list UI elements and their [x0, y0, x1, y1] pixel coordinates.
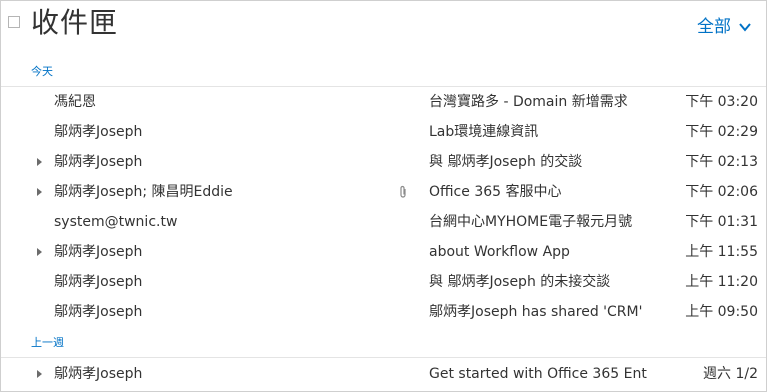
expand-triangle-icon[interactable]: [37, 248, 42, 256]
message-time: 下午 02:13: [685, 154, 758, 170]
message-subject: 台灣寶路多 - Domain 新增需求: [429, 94, 628, 110]
group-divider: [1, 357, 766, 358]
paperclip-icon: [400, 185, 406, 198]
message-row[interactable]: 鄔炳孝Joseph Get started with Office 365 Ent…: [1, 359, 766, 389]
message-time: 下午 03:20: [685, 94, 758, 110]
message-subject: 與 鄔炳孝Joseph 的未接交談: [429, 274, 611, 290]
message-row[interactable]: 鄔炳孝Joseph 與 鄔炳孝Joseph 的未接交談 上午 11:20: [1, 267, 766, 297]
message-subject: Office 365 客服中心: [429, 184, 562, 200]
message-subject: Get started with Office 365 Enterprise: [429, 366, 647, 382]
message-sender: 鄔炳孝Joseph: [54, 304, 143, 320]
page-title: 收件匣: [31, 6, 119, 39]
message-sender: 鄔炳孝Joseph: [54, 366, 143, 382]
inbox-panel: 收件匣 全部 今天馮紀恩 台灣寶路多 - Domain 新增需求 下午 03:20 鄔…: [0, 0, 767, 392]
message-time: 下午 02:06: [685, 184, 758, 200]
group-header: 上一週: [31, 336, 64, 349]
message-row[interactable]: 鄔炳孝Joseph Lab環境連線資訊 下午 02:29: [1, 117, 766, 147]
message-time: 上午 11:20: [685, 274, 758, 290]
message-sender: 鄔炳孝Joseph: [54, 124, 143, 140]
message-time: 上午 09:50: [685, 304, 758, 320]
message-row[interactable]: 馮紀恩 台灣寶路多 - Domain 新增需求 下午 03:20: [1, 87, 766, 117]
message-row[interactable]: 鄔炳孝Joseph 與 鄔炳孝Joseph 的交談 下午 02:13: [1, 147, 766, 177]
message-subject: about Workflow App: [429, 244, 570, 260]
message-subject: 台網中心MYHOME電子報元月號: [429, 214, 633, 230]
message-subject: Lab環境連線資訊: [429, 124, 539, 140]
filter-label: 全部: [697, 17, 731, 37]
chevron-down-icon: [739, 23, 751, 32]
group-header: 今天: [31, 65, 53, 78]
message-row[interactable]: system@twnic.tw 台網中心MYHOME電子報元月號 下午 01:31: [1, 207, 766, 237]
message-time: 下午 01:31: [685, 214, 758, 230]
expand-triangle-icon[interactable]: [37, 188, 42, 196]
message-time: 上午 11:55: [685, 244, 758, 260]
message-time: 下午 02:29: [685, 124, 758, 140]
message-time: 週六 1/2: [703, 366, 758, 382]
expand-triangle-icon[interactable]: [37, 158, 42, 166]
message-row[interactable]: 鄔炳孝Joseph about Workflow App 上午 11:55: [1, 237, 766, 267]
message-sender: 鄔炳孝Joseph: [54, 244, 143, 260]
message-row[interactable]: 鄔炳孝Joseph; 陳昌明Eddie Office 365 客服中心 下午 02:…: [1, 177, 766, 207]
filter-dropdown[interactable]: 全部: [697, 15, 752, 39]
message-sender: 鄔炳孝Joseph: [54, 154, 143, 170]
expand-triangle-icon[interactable]: [37, 370, 42, 378]
message-subject: 與 鄔炳孝Joseph 的交談: [429, 154, 583, 170]
message-row[interactable]: 鄔炳孝Joseph 鄔炳孝Joseph has shared 'CRM' 上午 09…: [1, 297, 766, 327]
message-subject: 鄔炳孝Joseph has shared 'CRM': [429, 304, 643, 320]
message-sender: 馮紀恩: [54, 94, 96, 110]
message-sender: 鄔炳孝Joseph; 陳昌明Eddie: [54, 184, 233, 200]
select-all-checkbox[interactable]: [8, 16, 20, 28]
message-sender: system@twnic.tw: [54, 214, 178, 230]
message-sender: 鄔炳孝Joseph: [54, 274, 143, 290]
